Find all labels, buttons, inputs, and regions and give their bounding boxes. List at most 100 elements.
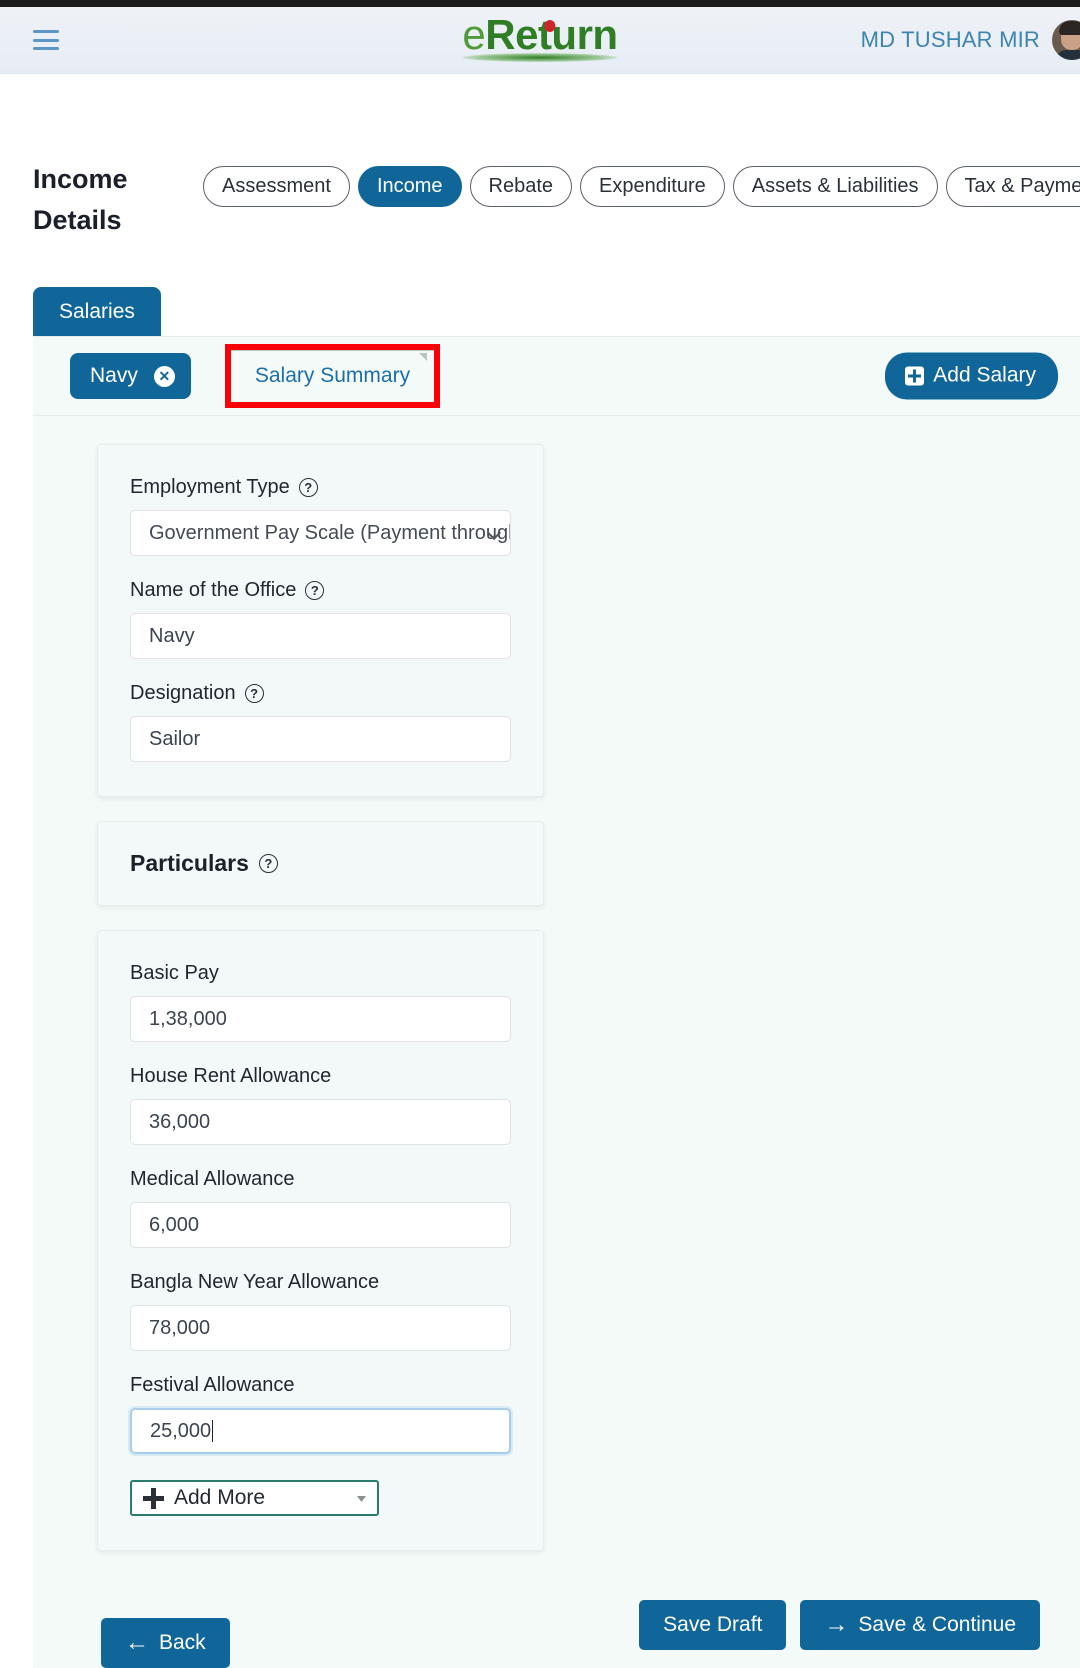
salary-chip-navy[interactable]: Navy ✕: [70, 353, 191, 399]
question-circle-icon[interactable]: ?: [298, 477, 318, 497]
medical-allowance-value: 6,000: [149, 1213, 200, 1236]
particulars-title-row: Particulars ?: [130, 849, 511, 877]
salaries-panel: Navy ✕ Salary Summary Add Salary Employm…: [33, 336, 1080, 1668]
salary-chip-label: Navy: [90, 364, 138, 387]
medical-allowance-label: Medical Allowance: [130, 1168, 295, 1190]
plus-icon: [143, 1487, 164, 1509]
hamburger-bar-2: [33, 38, 59, 42]
page-title-line2: Details: [33, 205, 122, 235]
avatar-hair: [1059, 21, 1080, 35]
question-circle-icon[interactable]: ?: [244, 683, 264, 703]
page-title: Income Details: [33, 159, 173, 241]
designation-value: Sailor: [149, 727, 201, 750]
basic-pay-value: 1,38,000: [149, 1007, 227, 1030]
step-rebate[interactable]: Rebate: [469, 166, 573, 207]
add-more-button[interactable]: Add More: [130, 1480, 379, 1516]
page-body: Income Details Assessment Income Rebate …: [0, 74, 1080, 1668]
top-black-strip: [0, 0, 1080, 7]
basic-pay-label-row: Basic Pay: [130, 961, 511, 985]
bangla-new-year-allowance-input[interactable]: 78,000: [130, 1305, 511, 1351]
footer-actions: ← Back Save Draft → Save & Continue: [33, 1575, 1080, 1668]
hamburger-icon[interactable]: [33, 30, 59, 50]
office-name-value: Navy: [149, 624, 195, 647]
festival-allowance-input[interactable]: 25,000: [130, 1408, 511, 1454]
house-rent-allowance-field: House Rent Allowance 36,000: [130, 1064, 511, 1145]
tab-bar: Salaries: [0, 287, 1080, 336]
medical-allowance-input[interactable]: 6,000: [130, 1202, 511, 1248]
office-name-label: Name of the Office: [130, 579, 297, 601]
save-continue-label: Save & Continue: [858, 1613, 1016, 1636]
step-tax-payment[interactable]: Tax & Payment: [945, 166, 1080, 207]
particulars-title: Particulars: [130, 850, 249, 876]
salary-summary-highlight-box: Salary Summary: [224, 344, 441, 408]
bangla-new-year-allowance-label-row: Bangla New Year Allowance: [130, 1270, 511, 1294]
house-rent-allowance-label: House Rent Allowance: [130, 1065, 332, 1087]
bangla-new-year-allowance-value: 78,000: [149, 1316, 211, 1339]
basic-pay-label: Basic Pay: [130, 962, 219, 984]
close-circle-icon[interactable]: ✕: [153, 365, 175, 387]
save-draft-label: Save Draft: [663, 1613, 763, 1636]
festival-allowance-label: Festival Allowance: [130, 1374, 295, 1396]
save-draft-button[interactable]: Save Draft: [639, 1600, 787, 1650]
employment-card: Employment Type ? Government Pay Scale (…: [97, 444, 544, 797]
particulars-fields-card: Basic Pay 1,38,000 House Rent Allowance …: [97, 930, 544, 1551]
add-more-label: Add More: [174, 1486, 266, 1509]
save-continue-button[interactable]: → Save & Continue: [800, 1600, 1040, 1650]
back-label: Back: [159, 1630, 206, 1654]
question-circle-icon[interactable]: ?: [305, 580, 325, 600]
bangla-new-year-allowance-field: Bangla New Year Allowance 78,000: [130, 1270, 511, 1351]
employment-type-label-row: Employment Type ?: [130, 475, 511, 499]
salary-summary-tab[interactable]: Salary Summary: [230, 350, 435, 402]
user-name-label: MD TUSHAR MIR: [860, 27, 1040, 52]
avatar-body: [1055, 50, 1080, 60]
designation-field: Designation ? Sailor: [130, 681, 511, 762]
house-rent-allowance-label-row: House Rent Allowance: [130, 1064, 511, 1088]
employment-type-field: Employment Type ? Government Pay Scale (…: [130, 475, 511, 556]
employment-type-label: Employment Type: [130, 476, 290, 498]
office-name-input[interactable]: Navy: [130, 613, 511, 659]
step-assessment[interactable]: Assessment: [203, 166, 350, 207]
add-more-wrap: Add More: [130, 1480, 511, 1516]
tab-salaries[interactable]: Salaries: [33, 287, 161, 336]
section-header: Income Details Assessment Income Rebate …: [0, 159, 1080, 241]
bangla-new-year-allowance-label: Bangla New Year Allowance: [130, 1271, 380, 1293]
festival-allowance-value: 25,000: [150, 1419, 212, 1442]
plus-square-icon: [905, 366, 925, 385]
step-nav: Assessment Income Rebate Expenditure Ass…: [203, 159, 1080, 207]
add-salary-button[interactable]: Add Salary: [885, 352, 1058, 400]
user-menu[interactable]: MD TUSHAR MIR: [861, 20, 1080, 60]
hamburger-bar-1: [33, 30, 59, 33]
house-rent-allowance-input[interactable]: 36,000: [130, 1099, 511, 1145]
page-title-line1: Income: [33, 164, 128, 194]
office-name-label-row: Name of the Office ?: [130, 578, 511, 602]
step-income[interactable]: Income: [357, 166, 462, 207]
question-circle-icon[interactable]: ?: [258, 853, 278, 873]
basic-pay-input[interactable]: 1,38,000: [130, 996, 511, 1042]
basic-pay-field: Basic Pay 1,38,000: [130, 961, 511, 1042]
office-name-field: Name of the Office ? Navy: [130, 578, 511, 659]
avatar[interactable]: [1052, 20, 1080, 60]
hamburger-bar-3: [33, 47, 59, 50]
add-salary-label: Add Salary: [933, 363, 1036, 387]
particulars-header-card: Particulars ?: [97, 821, 544, 906]
logo-text-return: Return: [485, 11, 618, 58]
festival-allowance-field: Festival Allowance 25,000: [130, 1373, 511, 1454]
employment-type-value: Government Pay Scale (Payment through iB…: [149, 521, 510, 544]
footer-right-actions: Save Draft → Save & Continue: [639, 1600, 1040, 1650]
designation-input[interactable]: Sailor: [130, 716, 511, 762]
logo-text-e: e: [462, 11, 486, 58]
medical-allowance-field: Medical Allowance 6,000: [130, 1167, 511, 1248]
designation-label: Designation: [130, 682, 236, 704]
festival-allowance-label-row: Festival Allowance: [130, 1373, 511, 1397]
back-button[interactable]: ← Back: [101, 1617, 230, 1668]
caret-down-icon[interactable]: [357, 1496, 366, 1502]
designation-label-row: Designation ?: [130, 681, 511, 705]
house-rent-allowance-value: 36,000: [149, 1110, 211, 1133]
text-cursor: [212, 1420, 214, 1442]
step-expenditure[interactable]: Expenditure: [580, 166, 725, 207]
step-assets-liabilities[interactable]: Assets & Liabilities: [732, 166, 938, 207]
app-header: eReturn MD TUSHAR MIR: [0, 7, 1080, 74]
ereturn-logo[interactable]: eReturn: [462, 11, 618, 62]
arrow-left-icon: ←: [125, 1628, 149, 1656]
employment-type-select[interactable]: Government Pay Scale (Payment through iB…: [130, 510, 511, 556]
